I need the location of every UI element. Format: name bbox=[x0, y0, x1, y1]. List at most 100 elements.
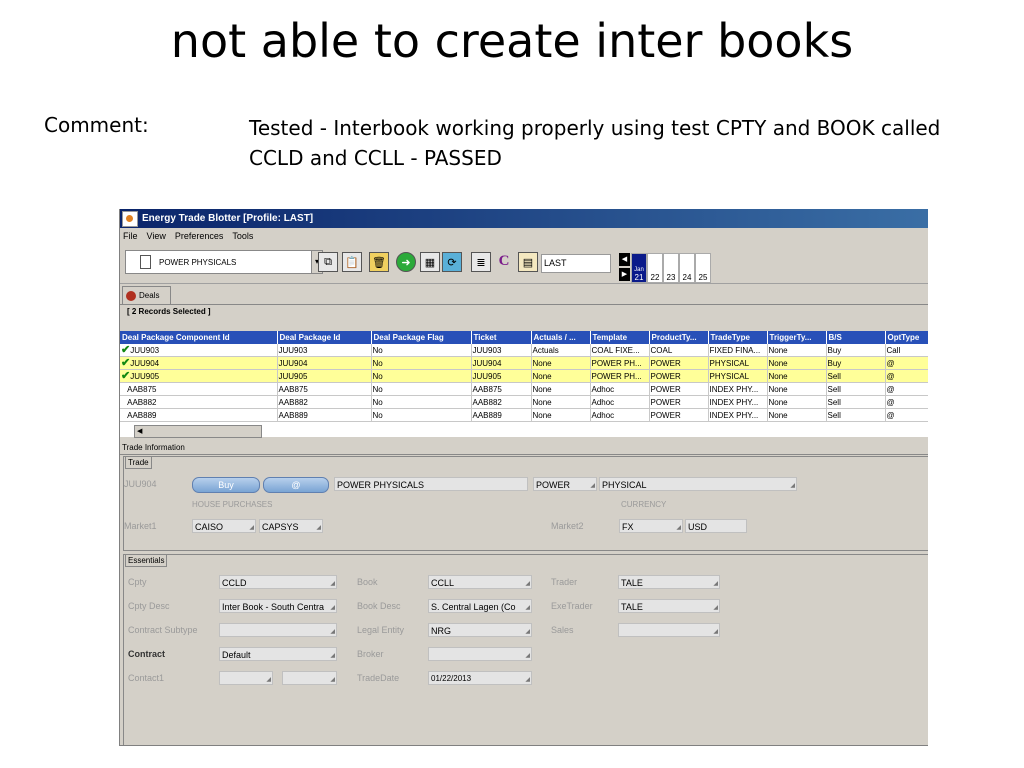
menu-tools[interactable]: Tools bbox=[232, 231, 253, 241]
c-icon[interactable]: C bbox=[495, 252, 513, 270]
trade-date-field[interactable]: 01/22/2013 bbox=[428, 671, 532, 685]
table-cell: No bbox=[371, 369, 472, 383]
table-cell: None bbox=[767, 369, 827, 383]
date-cell[interactable]: 23 bbox=[663, 253, 679, 283]
cpty-field[interactable]: CCLD bbox=[219, 575, 337, 589]
legal-entity-field[interactable]: NRG bbox=[428, 623, 532, 637]
paste-icon[interactable]: 📋 bbox=[342, 252, 362, 272]
trade-panel: Trade JUU904 Buy @ POWER PHYSICALS POWER… bbox=[123, 456, 928, 551]
table-cell: AAB882 bbox=[277, 395, 372, 409]
trader-field[interactable]: TALE bbox=[618, 575, 720, 589]
cell-text: AAB875 bbox=[127, 384, 157, 394]
date-strip: ◀ ▶ Jan 21 22 23 24 25 bbox=[619, 253, 711, 283]
product-dropdown[interactable]: POWER PHYSICALS bbox=[125, 250, 313, 274]
broker-field[interactable] bbox=[428, 647, 532, 661]
comment-label: Comment: bbox=[44, 113, 149, 137]
date-cell[interactable]: 25 bbox=[695, 253, 711, 283]
table-row[interactable]: ✔JUU904 JUU904 No JUU904 None POWER PH... POWE… bbox=[120, 356, 928, 370]
market1-label: Market1 bbox=[124, 521, 157, 531]
calendar-icon[interactable]: ▤ bbox=[518, 252, 538, 272]
book-field[interactable]: CCLL bbox=[428, 575, 532, 589]
copy-icon[interactable]: ⧉ bbox=[318, 252, 338, 272]
date-label: 24 bbox=[682, 273, 692, 282]
tab-essentials[interactable]: Essentials bbox=[125, 554, 168, 567]
table-cell: Sell bbox=[826, 395, 886, 409]
date-cell[interactable]: 22 bbox=[647, 253, 663, 283]
table-row[interactable]: AAB875 AAB875 No AAB875 None Adhoc POWER INDEX … bbox=[120, 382, 928, 396]
column-header[interactable]: TriggerTy... bbox=[767, 331, 827, 344]
exe-trader-label: ExeTrader bbox=[551, 601, 593, 611]
table-cell: AAB889 bbox=[277, 408, 372, 422]
profile-input[interactable]: LAST bbox=[541, 254, 611, 273]
tab-trade[interactable]: Trade bbox=[125, 456, 152, 469]
go-arrow-icon[interactable]: ➜ bbox=[396, 252, 416, 272]
table-row[interactable]: AAB882 AAB882 No AAB882 None Adhoc POWER INDEX … bbox=[120, 395, 928, 409]
column-header[interactable]: Ticket bbox=[471, 331, 532, 344]
table-cell: POWER bbox=[649, 382, 709, 396]
column-header[interactable]: ProductTy... bbox=[649, 331, 709, 344]
book-desc-label: Book Desc bbox=[357, 601, 401, 611]
table-cell: INDEX PHY... bbox=[708, 382, 768, 396]
product-dropdown-value: POWER PHYSICALS bbox=[159, 257, 237, 267]
column-header[interactable]: Template bbox=[590, 331, 650, 344]
date-next-icon[interactable]: ▶ bbox=[619, 268, 630, 281]
market2-field-b[interactable]: USD bbox=[685, 519, 747, 533]
date-cell-selected[interactable]: Jan 21 bbox=[631, 253, 647, 283]
exe-trader-field[interactable]: TALE bbox=[618, 599, 720, 613]
market1-field-b[interactable]: CAPSYS bbox=[259, 519, 323, 533]
contract-subtype-field[interactable] bbox=[219, 623, 337, 637]
column-header[interactable]: Deal Package Id bbox=[277, 331, 372, 344]
trash-icon[interactable]: 🗑 bbox=[369, 252, 389, 272]
menu-preferences[interactable]: Preferences bbox=[175, 231, 224, 241]
buy-toggle[interactable]: Buy bbox=[192, 477, 260, 493]
tab-deals[interactable]: Deals bbox=[122, 286, 171, 304]
contact1-field-a[interactable] bbox=[219, 671, 273, 685]
column-header[interactable]: Deal Package Flag bbox=[371, 331, 472, 344]
table-cell: AAB875 bbox=[471, 382, 532, 396]
column-header[interactable]: Actuals / ... bbox=[531, 331, 591, 344]
grid-icon[interactable]: ▦ bbox=[420, 252, 440, 272]
price-type-toggle[interactable]: @ bbox=[263, 477, 329, 493]
commodity-field[interactable]: POWER bbox=[533, 477, 597, 491]
market2-field-a[interactable]: FX bbox=[619, 519, 683, 533]
table-cell: No bbox=[371, 344, 472, 357]
product-field[interactable]: POWER PHYSICALS bbox=[334, 477, 528, 491]
notes-icon[interactable]: ≣ bbox=[471, 252, 491, 272]
table-cell-id: AAB889 bbox=[120, 408, 278, 422]
menu-view[interactable]: View bbox=[147, 231, 166, 241]
cpty-label: Cpty bbox=[128, 577, 147, 587]
sales-field[interactable] bbox=[618, 623, 720, 637]
table-row[interactable]: ✔JUU905 JUU905 No JUU905 None POWER PH... POWE… bbox=[120, 369, 928, 383]
column-header[interactable]: TradeType bbox=[708, 331, 768, 344]
table-cell: POWER bbox=[649, 356, 709, 370]
refresh-icon[interactable]: ⟳ bbox=[442, 252, 462, 272]
table-cell: JUU905 bbox=[277, 369, 372, 383]
cpty-desc-field[interactable]: Inter Book - South Centra bbox=[219, 599, 337, 613]
deal-id: JUU904 bbox=[124, 479, 157, 489]
table-row[interactable]: AAB889 AAB889 No AAB889 None Adhoc POWER INDEX … bbox=[120, 408, 928, 422]
table-cell: Actuals bbox=[531, 344, 591, 357]
checkmark-icon: ✔ bbox=[121, 356, 131, 369]
table-cell: @ bbox=[885, 395, 928, 409]
horizontal-scrollbar[interactable]: ◀ bbox=[134, 425, 262, 438]
window-titlebar[interactable]: Energy Trade Blotter [Profile: LAST] bbox=[120, 209, 928, 228]
column-header[interactable]: OptType bbox=[885, 331, 928, 344]
trade-type-field[interactable]: PHYSICAL bbox=[599, 477, 797, 491]
date-label: 22 bbox=[650, 273, 660, 282]
market1-field-a[interactable]: CAISO bbox=[192, 519, 256, 533]
contact1-field-b[interactable] bbox=[282, 671, 337, 685]
contract-field[interactable]: Default bbox=[219, 647, 337, 661]
book-desc-field[interactable]: S. Central Lagen (Co bbox=[428, 599, 532, 613]
essentials-panel: Essentials Cpty CCLD Cpty Desc Inter Boo… bbox=[123, 554, 928, 745]
contract-subtype-label: Contract Subtype bbox=[128, 625, 198, 635]
column-header[interactable]: B/S bbox=[826, 331, 886, 344]
table-cell: JUU904 bbox=[277, 356, 372, 370]
table-row[interactable]: ✔JUU903 JUU903 No JUU903 Actuals COAL FIXE...… bbox=[120, 344, 928, 357]
column-header[interactable]: Deal Package Component Id bbox=[120, 331, 278, 344]
tab-deals-label: Deals bbox=[139, 291, 160, 300]
table-cell: None bbox=[531, 408, 591, 422]
date-prev-icon[interactable]: ◀ bbox=[619, 253, 630, 266]
date-cell[interactable]: 24 bbox=[679, 253, 695, 283]
menu-file[interactable]: File bbox=[123, 231, 138, 241]
table-cell: Sell bbox=[826, 369, 886, 383]
